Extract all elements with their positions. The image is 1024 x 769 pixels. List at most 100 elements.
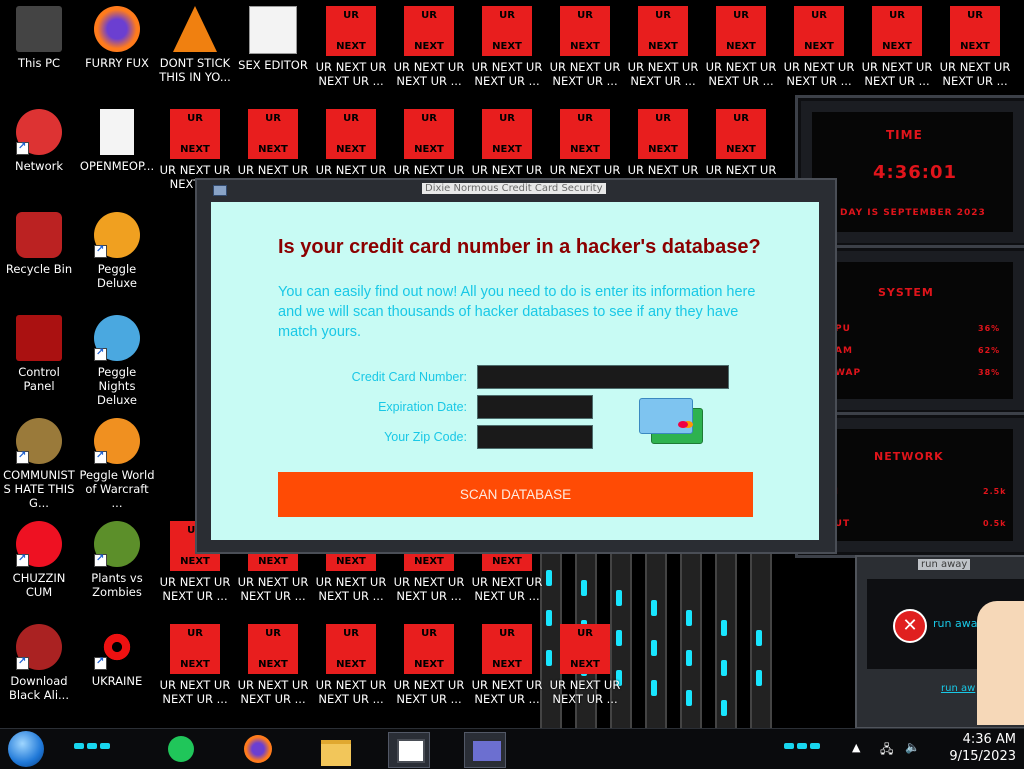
ur-next-icon: URNEXT xyxy=(794,6,844,56)
taskbar-app-window-1[interactable] xyxy=(388,732,430,768)
recycle-bin-icon xyxy=(16,212,62,258)
volume-tray-icon[interactable]: 🔈 xyxy=(905,740,920,754)
system-value-ram: 62% xyxy=(978,346,1001,355)
zip-code-label: Your Zip Code: xyxy=(384,430,467,444)
network-value-out: 0.5k xyxy=(983,519,1007,528)
error-icon: ✕ xyxy=(893,609,927,643)
ur-next-icon: URNEXT xyxy=(560,109,610,159)
desktop-icon-plants-vs-zombies[interactable]: Plants vs Zombies xyxy=(78,515,156,618)
desktop-icon-download-black-ali[interactable]: Download Black Ali... xyxy=(0,618,78,721)
desktop-icon-chuzzin-cum[interactable]: CHUZZIN CUM xyxy=(0,515,78,618)
ur-next-icon: URNEXT xyxy=(404,624,454,674)
stacked-window-edge xyxy=(680,548,702,728)
desktop-icon-peggle-wow[interactable]: Peggle World of Warcraft ... xyxy=(78,412,156,515)
window-title: Dixie Normous Credit Card Security xyxy=(422,183,606,194)
stacked-window-edge xyxy=(715,548,737,728)
expiration-date-field[interactable] xyxy=(477,395,593,419)
time-clock: 4:36:01 xyxy=(873,162,958,183)
desktop-icon-recycle-bin[interactable]: Recycle Bin xyxy=(0,206,78,309)
desktop-icon-ur-next[interactable]: URNEXTUR NEXT UR NEXT UR ... xyxy=(234,618,312,721)
desktop-icon-ur-next[interactable]: URNEXTUR NEXT UR NEXT UR ... xyxy=(468,0,546,103)
ur-next-icon: URNEXT xyxy=(716,109,766,159)
desktop-icon-peggle-deluxe[interactable]: Peggle Deluxe xyxy=(78,206,156,309)
desktop-icon-ur-next[interactable]: URNEXTUR NEXT UR NEXT UR ... xyxy=(390,618,468,721)
desktop-icon-peggle-nights[interactable]: Peggle Nights Deluxe xyxy=(78,309,156,412)
firefox-icon xyxy=(94,6,140,52)
system-row-cpu: PU xyxy=(835,324,851,334)
taskbar-decoration xyxy=(784,743,820,751)
vlc-icon xyxy=(173,6,217,52)
taskbar-app-firefox[interactable] xyxy=(238,732,278,766)
zip-code-field[interactable] xyxy=(477,425,593,449)
system-row-swap: WAP xyxy=(835,368,862,378)
run-away-title: run away xyxy=(918,559,971,570)
desktop-icon-ur-next[interactable]: URNEXTUR NEXT UR NEXT UR ... xyxy=(312,0,390,103)
desktop-icon-ur-next[interactable]: URNEXTUR NEXT UR NEXT UR ... xyxy=(936,0,1014,103)
desktop-icon-this-pc[interactable]: This PC xyxy=(0,0,78,103)
window-icon xyxy=(471,739,503,763)
tray-clock[interactable]: 4:36 AM 9/15/2023 xyxy=(949,731,1016,765)
desktop-icon-communists[interactable]: COMMUNISTS HATE THIS G... xyxy=(0,412,78,515)
network-tray-icon[interactable]: 🖧 xyxy=(880,740,893,761)
credit-cards-icon xyxy=(639,398,709,446)
ur-next-icon: URNEXT xyxy=(170,624,220,674)
ur-next-icon: URNEXT xyxy=(170,109,220,159)
desktop-icon-control-panel[interactable]: Control Panel xyxy=(0,309,78,412)
radiation-icon xyxy=(94,624,140,670)
window-app-icon xyxy=(213,185,227,196)
run-away-footer: run aw xyxy=(941,683,976,694)
taskbar-app-file-explorer[interactable] xyxy=(316,732,356,766)
desktop-icon-ur-next[interactable]: URNEXTUR NEXT UR NEXT UR ... xyxy=(702,0,780,103)
dialog-content: Is your credit card number in a hacker's… xyxy=(211,202,819,540)
ur-next-icon: URNEXT xyxy=(482,109,532,159)
chuzzle-icon xyxy=(16,521,62,567)
ur-next-icon: URNEXT xyxy=(560,624,610,674)
stacked-window-edge xyxy=(750,548,772,728)
desktop-icon-sex-editor[interactable]: SEX EDITOR xyxy=(234,0,312,103)
desktop-icon-dont-stick[interactable]: DONT STICK THIS IN YO... xyxy=(156,0,234,103)
desktop: TIME 4:36:01 DAY IS SEPTEMBER 2023 SYSTE… xyxy=(0,0,1024,728)
stacked-window-edge xyxy=(645,548,667,728)
desktop-icon-ur-next[interactable]: URNEXTUR NEXT UR NEXT UR ... xyxy=(858,0,936,103)
window-title-bar[interactable]: Dixie Normous Credit Card Security xyxy=(197,180,835,200)
alien-icon xyxy=(16,109,62,155)
desktop-icon-ur-next[interactable]: URNEXTUR NEXT UR NEXT UR ... xyxy=(390,0,468,103)
time-date: DAY IS SEPTEMBER 2023 xyxy=(840,208,986,218)
ur-next-icon: URNEXT xyxy=(248,624,298,674)
desktop-icon-ur-next[interactable]: URNEXTUR NEXT UR NEXT UR ... xyxy=(156,618,234,721)
tray-date: 9/15/2023 xyxy=(949,749,1016,764)
desktop-icon-ur-next[interactable]: URNEXTUR NEXT UR NEXT UR ... xyxy=(624,0,702,103)
card-number-field[interactable] xyxy=(477,365,729,389)
time-title: TIME xyxy=(886,128,923,142)
desktop-icon-ukraine[interactable]: UKRAINE xyxy=(78,618,156,721)
credit-card-security-window[interactable]: Dixie Normous Credit Card Security Is yo… xyxy=(195,178,837,554)
window-icon xyxy=(397,739,425,763)
desktop-icon-openmeop[interactable]: OPENMEOP... xyxy=(78,103,156,206)
control-panel-icon xyxy=(16,315,62,361)
taskbar-decoration xyxy=(74,743,110,751)
tray-time: 4:36 AM xyxy=(962,732,1016,747)
show-hidden-icons-button[interactable]: ▲ xyxy=(852,741,860,754)
card-number-label: Credit Card Number: xyxy=(351,370,467,384)
taskbar-app-window-2[interactable] xyxy=(464,732,506,768)
ur-next-icon: URNEXT xyxy=(404,109,454,159)
ur-next-icon: URNEXT xyxy=(716,6,766,56)
desktop-icon-ur-next[interactable]: URNEXTUR NEXT UR NEXT UR ... xyxy=(780,0,858,103)
desktop-icon-ur-next[interactable]: URNEXTUR NEXT UR NEXT UR ... xyxy=(546,0,624,103)
system-title: SYSTEM xyxy=(878,286,934,299)
desktop-icon-ur-next[interactable]: URNEXTUR NEXT UR NEXT UR ... xyxy=(546,618,624,721)
ur-next-icon: URNEXT xyxy=(872,6,922,56)
ur-next-icon: URNEXT xyxy=(326,109,376,159)
run-away-window[interactable]: run away ✕ run away run aw xyxy=(855,555,1024,728)
desktop-icon-ur-next[interactable]: URNEXTUR NEXT UR NEXT UR ... xyxy=(468,618,546,721)
expiration-date-label: Expiration Date: xyxy=(378,400,467,414)
network-value-in: 2.5k xyxy=(983,487,1007,496)
ur-next-icon: URNEXT xyxy=(638,6,688,56)
start-button[interactable] xyxy=(8,731,44,767)
desktop-icon-network[interactable]: Network xyxy=(0,103,78,206)
money-bag-icon xyxy=(16,418,62,464)
taskbar-app-notes[interactable] xyxy=(160,732,200,766)
scan-database-button[interactable]: SCAN DATABASE xyxy=(278,472,753,517)
desktop-icon-ur-next[interactable]: URNEXTUR NEXT UR NEXT UR ... xyxy=(312,618,390,721)
desktop-icon-furry-fux[interactable]: FURRY FUX xyxy=(78,0,156,103)
